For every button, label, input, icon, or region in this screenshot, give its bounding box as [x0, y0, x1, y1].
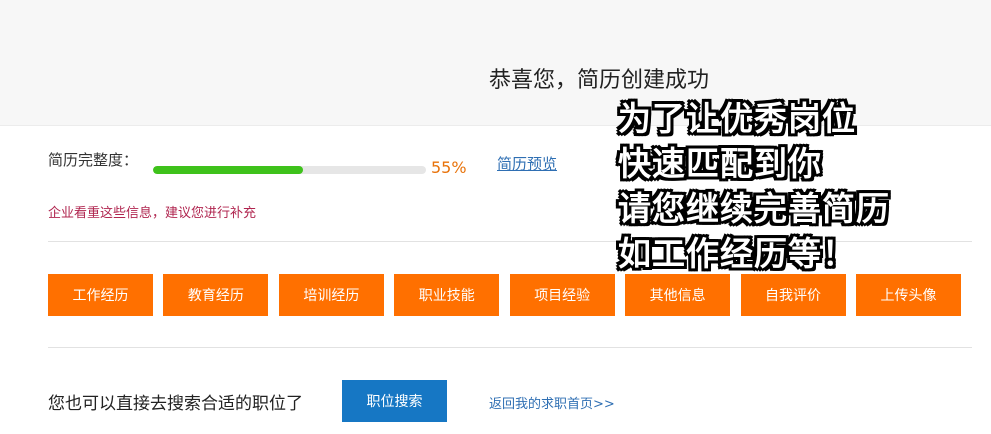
projects-button[interactable]: 项目经验 [509, 274, 615, 316]
job-home-link[interactable]: 返回我的求职首页>> [489, 393, 615, 412]
work-experience-button[interactable]: 工作经历 [48, 274, 153, 316]
divider [48, 347, 972, 348]
completeness-progress-fill [153, 166, 304, 174]
completeness-label: 简历完整度： [48, 151, 139, 169]
search-prompt: 您也可以直接去搜索合适的职位了 [48, 394, 303, 414]
overlay-caption-line: 请您继续完善简历 [618, 189, 890, 228]
education-button[interactable]: 教育经历 [163, 274, 269, 316]
resume-preview-link[interactable]: 简历预览 [497, 153, 557, 174]
overlay-caption-line: 为了让优秀岗位 [618, 99, 856, 138]
skills-button[interactable]: 职业技能 [394, 274, 500, 316]
upload-avatar-button[interactable]: 上传头像 [855, 274, 961, 316]
section-button-row: 工作经历 教育经历 培训经历 职业技能 项目经验 其他信息 自我评价 上传头像 [48, 274, 961, 316]
completeness-percent: 55% [431, 158, 467, 177]
page-title: 恭喜您，简历创建成功 [489, 68, 710, 93]
self-evaluation-button[interactable]: 自我评价 [740, 274, 846, 316]
overlay-caption: 为了让优秀岗位 快速匹配到你 请您继续完善简历 如工作经历等！ [618, 96, 948, 276]
other-info-button[interactable]: 其他信息 [625, 274, 731, 316]
completeness-progress-bar [153, 166, 426, 174]
training-button[interactable]: 培训经历 [278, 274, 384, 316]
overlay-caption-line: 如工作经历等！ [618, 234, 856, 273]
job-search-button[interactable]: 职位搜索 [342, 380, 447, 422]
overlay-caption-line: 快速匹配到你 [618, 144, 822, 183]
completeness-hint: 企业看重这些信息，建议您进行补充 [48, 206, 257, 221]
